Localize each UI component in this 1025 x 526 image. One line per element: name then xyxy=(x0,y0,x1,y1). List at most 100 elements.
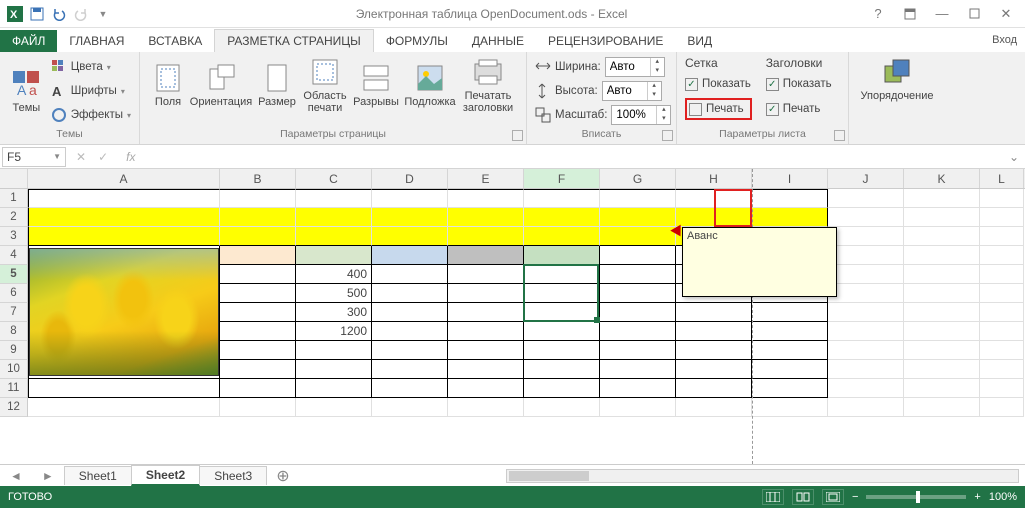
cell[interactable] xyxy=(524,341,600,360)
cell[interactable] xyxy=(296,379,372,398)
cell[interactable] xyxy=(524,227,600,246)
cell[interactable] xyxy=(676,341,752,360)
close-icon[interactable]: ✕ xyxy=(993,4,1019,24)
dialog-launcher-icon[interactable] xyxy=(662,130,673,141)
cell[interactable] xyxy=(752,379,828,398)
cell[interactable] xyxy=(980,208,1024,227)
breaks-button[interactable]: Разрывы xyxy=(350,62,402,108)
scale-control[interactable]: Масштаб: ▴▾ xyxy=(535,104,668,126)
tab-file[interactable]: ФАЙЛ xyxy=(0,30,57,52)
cell[interactable] xyxy=(28,208,220,227)
cell[interactable] xyxy=(600,341,676,360)
grid-print-checkbox[interactable]: Печать xyxy=(685,98,752,120)
tab-data[interactable]: ДАННЫЕ xyxy=(460,30,536,52)
horizontal-scrollbar[interactable] xyxy=(506,469,1019,483)
cell[interactable] xyxy=(524,265,600,284)
cell[interactable] xyxy=(296,246,372,265)
column-header[interactable]: L xyxy=(980,169,1024,188)
cell[interactable] xyxy=(828,208,904,227)
cell[interactable] xyxy=(676,398,752,417)
page-layout-view-icon[interactable] xyxy=(792,489,814,505)
cell[interactable] xyxy=(524,189,600,208)
cell[interactable] xyxy=(600,189,676,208)
cell[interactable] xyxy=(448,379,524,398)
effects-button[interactable]: Эффекты ▾ xyxy=(51,104,131,126)
cell[interactable] xyxy=(220,303,296,322)
row-header[interactable]: 1 xyxy=(0,189,28,208)
cell[interactable] xyxy=(676,208,752,227)
cell[interactable] xyxy=(372,265,448,284)
cell[interactable] xyxy=(28,189,220,208)
cell[interactable] xyxy=(752,303,828,322)
embedded-image[interactable] xyxy=(29,248,219,376)
row-header[interactable]: 4 xyxy=(0,246,28,265)
cell[interactable] xyxy=(220,341,296,360)
row-header[interactable]: 5 xyxy=(0,265,28,284)
column-header[interactable]: D xyxy=(372,169,448,188)
column-header[interactable]: I xyxy=(752,169,828,188)
minimize-icon[interactable]: — xyxy=(929,4,955,24)
cell[interactable] xyxy=(904,227,980,246)
cell[interactable] xyxy=(220,360,296,379)
cell[interactable] xyxy=(980,322,1024,341)
margins-button[interactable]: Поля xyxy=(148,62,188,108)
cell[interactable] xyxy=(524,322,600,341)
background-button[interactable]: Подложка xyxy=(402,62,458,108)
sheet-nav-next-icon[interactable]: ► xyxy=(32,469,64,483)
cell[interactable] xyxy=(600,360,676,379)
cell[interactable] xyxy=(600,227,676,246)
dialog-launcher-icon[interactable] xyxy=(512,130,523,141)
cell[interactable] xyxy=(752,398,828,417)
zoom-in-icon[interactable]: + xyxy=(974,491,980,503)
cell[interactable] xyxy=(600,322,676,341)
cell[interactable] xyxy=(904,284,980,303)
cell[interactable] xyxy=(448,189,524,208)
cell[interactable] xyxy=(448,341,524,360)
tab-view[interactable]: ВИД xyxy=(675,30,724,52)
print-titles-button[interactable]: Печатать заголовки xyxy=(458,56,518,114)
cell[interactable] xyxy=(372,284,448,303)
cell[interactable] xyxy=(980,284,1024,303)
heads-print-checkbox[interactable]: ✓Печать xyxy=(766,98,832,120)
cell[interactable] xyxy=(828,379,904,398)
cell[interactable] xyxy=(676,189,752,208)
cell[interactable]: 1200 xyxy=(296,322,372,341)
dialog-launcher-icon[interactable] xyxy=(834,130,845,141)
cell[interactable] xyxy=(448,265,524,284)
cell[interactable] xyxy=(220,265,296,284)
sheet-tab[interactable]: Sheet3 xyxy=(199,466,267,485)
colors-button[interactable]: Цвета ▾ xyxy=(51,56,131,78)
cell[interactable] xyxy=(448,303,524,322)
cell[interactable] xyxy=(828,284,904,303)
cell[interactable] xyxy=(448,322,524,341)
width-control[interactable]: Ширина: ▴▾ xyxy=(535,56,668,78)
cell[interactable] xyxy=(980,398,1024,417)
cell[interactable] xyxy=(296,189,372,208)
cell[interactable] xyxy=(296,360,372,379)
zoom-out-icon[interactable]: − xyxy=(852,491,858,503)
cell[interactable] xyxy=(828,303,904,322)
cell[interactable] xyxy=(524,379,600,398)
cell[interactable] xyxy=(904,379,980,398)
cell[interactable] xyxy=(372,322,448,341)
cancel-icon[interactable]: ✕ xyxy=(70,150,92,164)
cell[interactable] xyxy=(372,398,448,417)
cell[interactable] xyxy=(448,360,524,379)
cell[interactable] xyxy=(904,341,980,360)
cell[interactable] xyxy=(828,246,904,265)
cell[interactable] xyxy=(220,398,296,417)
cell[interactable] xyxy=(372,379,448,398)
cell[interactable] xyxy=(448,398,524,417)
tab-formulas[interactable]: ФОРМУЛЫ xyxy=(374,30,460,52)
add-sheet-icon[interactable]: ⊕ xyxy=(266,466,299,486)
cell[interactable] xyxy=(600,284,676,303)
row-header[interactable]: 12 xyxy=(0,398,28,417)
grid-show-checkbox[interactable]: ✓Показать xyxy=(685,73,752,95)
cell[interactable] xyxy=(904,246,980,265)
cell[interactable] xyxy=(600,246,676,265)
row-header[interactable]: 7 xyxy=(0,303,28,322)
redo-icon[interactable] xyxy=(72,5,90,23)
cell[interactable] xyxy=(448,284,524,303)
cell[interactable] xyxy=(980,265,1024,284)
height-control[interactable]: Высота: ▴▾ xyxy=(535,80,668,102)
